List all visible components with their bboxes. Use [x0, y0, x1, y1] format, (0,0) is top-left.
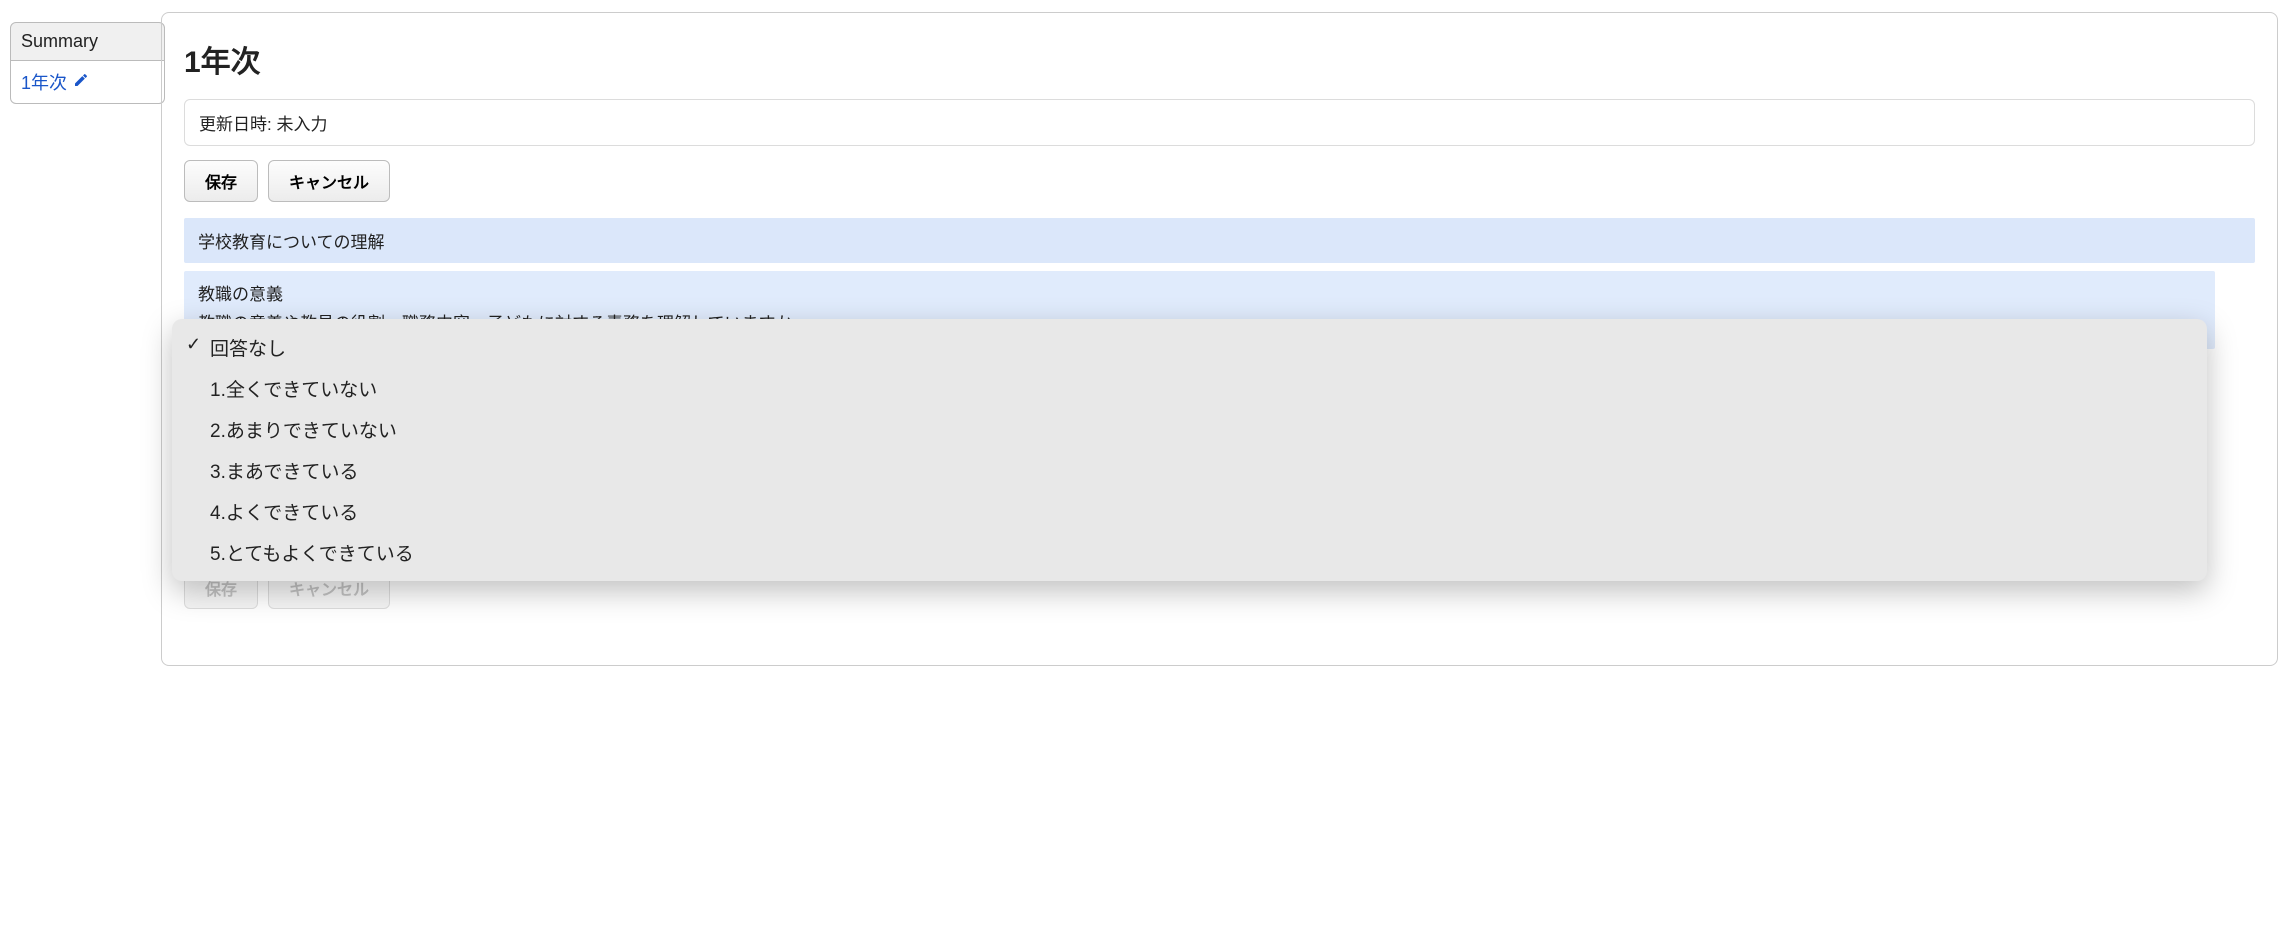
- question-title: 教職の意義: [198, 281, 2201, 310]
- answer-dropdown-menu[interactable]: 回答なし 1.全くできていない 2.あまりできていない 3.まあできている 4.…: [172, 319, 2207, 581]
- main-card: 1年次 更新日時: 未入力 保存 キャンセル 学校教育についての理解 教職の意義…: [161, 12, 2278, 666]
- dropdown-option-3[interactable]: 3.まあできている: [172, 450, 2207, 491]
- app-root: Summary 1年次 1年次 更新日時: 未入力 保存 キャンセル 学校教育に…: [0, 0, 2288, 928]
- save-button[interactable]: 保存: [184, 160, 258, 202]
- dropdown-option-2[interactable]: 2.あまりできていない: [172, 409, 2207, 450]
- sidebar-item-label: 1年次: [21, 69, 67, 95]
- sidebar-item-year1[interactable]: 1年次: [10, 61, 165, 104]
- edit-icon: [73, 72, 89, 93]
- timestamp-field: 更新日時: 未入力: [184, 99, 2255, 146]
- dropdown-option-5[interactable]: 5.とてもよくできている: [172, 532, 2207, 573]
- sidebar-item-label: Summary: [21, 31, 98, 52]
- cancel-button[interactable]: キャンセル: [268, 160, 390, 202]
- dropdown-option-1[interactable]: 1.全くできていない: [172, 368, 2207, 409]
- dropdown-option-4[interactable]: 4.よくできている: [172, 491, 2207, 532]
- page-title: 1年次: [184, 37, 2255, 81]
- section-heading: 学校教育についての理解: [184, 218, 2255, 263]
- timestamp-label: 更新日時: 未入力: [199, 115, 327, 134]
- sidebar-item-summary[interactable]: Summary: [10, 22, 165, 61]
- dropdown-option-0[interactable]: 回答なし: [172, 327, 2207, 368]
- sidebar: Summary 1年次: [10, 22, 165, 104]
- top-button-row: 保存 キャンセル: [184, 160, 2255, 202]
